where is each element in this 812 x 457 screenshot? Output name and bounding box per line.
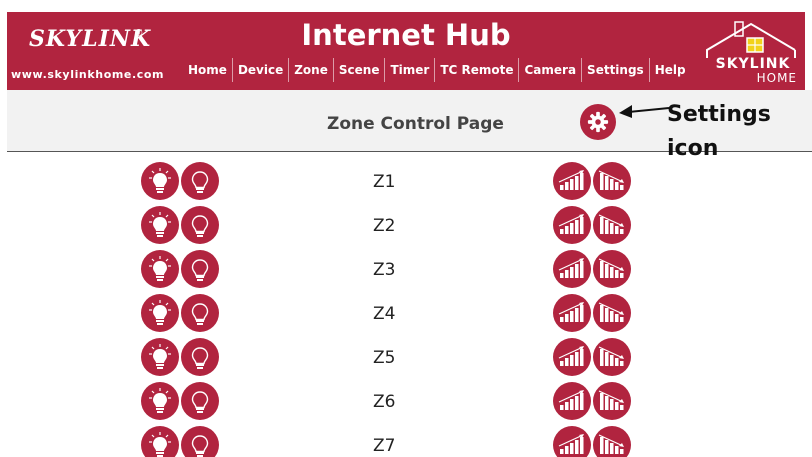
light-off-button[interactable] [181,382,219,420]
brightness-down-icon [598,214,626,236]
brightness-up-icon [558,302,586,324]
settings-button[interactable] [580,104,616,140]
nav-help[interactable]: Help [648,58,691,82]
light-off-button[interactable] [181,294,219,332]
nav-camera[interactable]: Camera [518,58,581,82]
bulb-on-icon [147,387,173,415]
nav-timer[interactable]: Timer [384,58,434,82]
brightness-down-icon [598,258,626,280]
bulb-off-icon [187,255,213,283]
house-icon [706,21,796,58]
nav-scene[interactable]: Scene [332,58,385,82]
zone-row: Z7 [7,426,812,457]
brightness-up-icon [558,390,586,412]
page-title: Zone Control Page [327,114,504,134]
zone-label: Z1 [373,172,396,192]
dim-down-button[interactable] [593,338,631,376]
dim-up-button[interactable] [553,426,591,457]
nav-home[interactable]: Home [183,58,232,82]
brightness-down-icon [598,434,626,456]
brightness-up-icon [558,214,586,236]
zone-row: Z5 [7,338,812,382]
main-nav: Home Device Zone Scene Timer TC Remote C… [183,58,691,94]
dim-down-button[interactable] [593,162,631,200]
bulb-off-icon [187,211,213,239]
zone-list: Z1 Z2 Z3 Z4 Z5 Z6 Z7 [7,152,812,457]
zone-label: Z4 [373,304,396,324]
zone-label: Z3 [373,260,396,280]
logo-url: www.skylinkhome.com [11,68,165,81]
dim-down-button[interactable] [593,294,631,332]
dim-up-button[interactable] [553,250,591,288]
nav-settings[interactable]: Settings [581,58,649,82]
light-on-button[interactable] [141,250,179,288]
skylink-home-logo: SKYLINK HOME [705,20,801,85]
brightness-up-icon [558,170,586,192]
brand-line2: HOME [756,71,797,85]
zone-row: Z6 [7,382,812,426]
light-on-button[interactable] [141,426,179,457]
bulb-on-icon [147,299,173,327]
bulb-off-icon [187,387,213,415]
annotation-arrow [619,105,670,118]
dim-up-button[interactable] [553,338,591,376]
brightness-down-icon [598,302,626,324]
sub-header: Zone Control Page Settings icon [7,90,812,161]
bulb-off-icon [187,167,213,195]
light-on-button[interactable] [141,294,179,332]
zone-label: Z6 [373,392,396,412]
nav-device[interactable]: Device [231,58,288,82]
app-header: SKYLINK ® www.skylinkhome.com Internet H… [7,12,805,90]
light-on-button[interactable] [141,162,179,200]
zone-row: Z4 [7,294,812,338]
brightness-up-icon [558,434,586,456]
light-off-button[interactable] [181,250,219,288]
bulb-on-icon [147,167,173,195]
dim-down-button[interactable] [593,382,631,420]
bulb-off-icon [187,343,213,371]
bulb-on-icon [147,211,173,239]
zone-label: Z2 [373,216,396,236]
light-on-button[interactable] [141,206,179,244]
bulb-off-icon [187,299,213,327]
dim-down-button[interactable] [593,250,631,288]
brightness-down-icon [598,346,626,368]
zone-row: Z3 [7,250,812,294]
light-off-button[interactable] [181,338,219,376]
light-off-button[interactable] [181,206,219,244]
zone-row: Z1 [7,162,812,206]
nav-zone[interactable]: Zone [288,58,333,82]
light-off-button[interactable] [181,162,219,200]
dim-down-button[interactable] [593,206,631,244]
dim-down-button[interactable] [593,426,631,457]
zone-row: Z2 [7,206,812,250]
dim-up-button[interactable] [553,294,591,332]
nav-tc-remote[interactable]: TC Remote [434,58,518,82]
bulb-on-icon [147,431,173,457]
bulb-off-icon [187,431,213,457]
page-header-title: Internet Hub [301,18,511,52]
bulb-on-icon [147,255,173,283]
light-off-button[interactable] [181,426,219,457]
annotation-line1: Settings [667,102,771,127]
zone-label: Z7 [373,436,396,456]
dim-up-button[interactable] [553,162,591,200]
dim-up-button[interactable] [553,382,591,420]
light-on-button[interactable] [141,382,179,420]
light-on-button[interactable] [141,338,179,376]
brightness-down-icon [598,170,626,192]
zone-label: Z5 [373,348,396,368]
dim-up-button[interactable] [553,206,591,244]
brightness-up-icon [558,258,586,280]
brightness-down-icon [598,390,626,412]
bulb-on-icon [147,343,173,371]
brightness-up-icon [558,346,586,368]
gear-icon [587,111,609,133]
brand-line1: SKYLINK [715,56,791,72]
